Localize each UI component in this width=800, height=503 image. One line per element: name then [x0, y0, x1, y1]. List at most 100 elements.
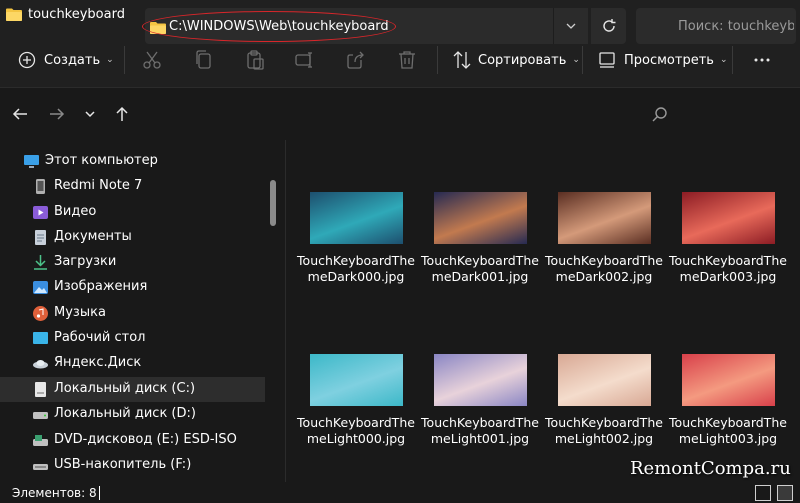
folder-icon [6, 8, 22, 21]
arrow-left-icon [12, 108, 27, 120]
separator [124, 46, 125, 74]
file-tile[interactable]: TouchKeyboardThemeLight001.jpg [420, 354, 540, 503]
sidebar-item-video[interactable]: Видео [0, 200, 265, 225]
share-icon [347, 51, 364, 69]
sidebar-item-label: Redmi Note 7 [54, 178, 143, 193]
file-thumbnail [558, 192, 651, 244]
file-name: TouchKeyboardThemeLight002.jpg [545, 415, 663, 446]
file-tile[interactable]: TouchKeyboardThemeLight002.jpg [544, 354, 664, 503]
sidebar-item-label: USB-накопитель (F:) [54, 457, 192, 472]
sort-icon [453, 51, 471, 69]
sidebar-item-dvd[interactable]: DVD-дисковод (E:) ESD-ISO [0, 428, 265, 453]
tiles-view-button[interactable] [777, 485, 793, 501]
file-name: TouchKeyboardThemeLight000.jpg [297, 415, 415, 446]
arrow-right-icon [50, 108, 65, 120]
view-icon [599, 52, 615, 68]
view-label: Просмотреть [624, 52, 714, 68]
paste-button[interactable] [245, 46, 265, 74]
phone-icon [36, 179, 45, 194]
status-divider [99, 486, 100, 500]
chevron-down-icon: ⌄ [106, 55, 114, 65]
computer-icon [24, 155, 39, 168]
file-name: TouchKeyboardThemeDark002.jpg [545, 253, 663, 284]
sidebar-item-label: Изображения [54, 279, 148, 294]
sidebar-item-redmi[interactable]: Redmi Note 7 [0, 174, 265, 199]
rename-button[interactable] [295, 46, 315, 74]
address-history-dropdown[interactable] [553, 8, 588, 44]
recent-locations-button[interactable] [78, 102, 102, 126]
up-button[interactable] [110, 102, 134, 126]
paste-icon [247, 50, 264, 70]
sort-label: Сортировать [478, 52, 567, 68]
file-name: TouchKeyboardThemeDark001.jpg [421, 253, 539, 284]
sidebar-item-label: Документы [54, 229, 132, 244]
file-tile[interactable]: TouchKeyboardThemeLight000.jpg [296, 354, 416, 503]
window-title: touchkeyboard [28, 7, 125, 22]
refresh-button[interactable] [591, 8, 626, 44]
download-icon [34, 255, 47, 270]
file-name: TouchKeyboardThemeDark003.jpg [669, 253, 787, 284]
chevron-down-icon: ⌄ [572, 55, 580, 65]
sidebar-item-this-pc[interactable]: Этот компьютер [0, 149, 265, 174]
plus-circle-icon [18, 51, 36, 69]
sidebar-item-desktop[interactable]: Рабочий стол [0, 326, 265, 351]
sidebar-item-documents[interactable]: Документы [0, 225, 265, 250]
sidebar-item-label: Яндекс.Диск [54, 355, 142, 370]
sidebar-item-pictures[interactable]: Изображения [0, 275, 265, 300]
more-button[interactable] [752, 46, 772, 74]
sidebar-item-label: Рабочий стол [54, 330, 146, 345]
file-thumbnail [558, 354, 651, 406]
file-thumbnail [434, 192, 527, 244]
sidebar-item-usb[interactable]: USB-накопитель (F:) [0, 453, 265, 478]
drive-icon [33, 412, 48, 419]
sort-button[interactable]: Сортировать ⌄ [452, 46, 580, 74]
new-button[interactable]: Создать ⌄ [18, 46, 114, 74]
view-button[interactable]: Просмотреть ⌄ [598, 46, 728, 74]
sidebar-item-label: Видео [54, 204, 97, 219]
forward-button[interactable] [45, 102, 69, 126]
chevron-down-icon [85, 111, 95, 118]
copy-button[interactable] [194, 46, 214, 74]
file-tile[interactable]: TouchKeyboardThemeLight003.jpg [668, 354, 788, 503]
file-tile[interactable]: TouchKeyboardThemeDark000.jpg [296, 192, 416, 342]
sidebar-item-music[interactable]: Музыка [0, 301, 265, 326]
arrow-up-icon [116, 106, 128, 121]
sidebar-item-label: Локальный диск (D:) [54, 406, 196, 421]
drive-icon [35, 382, 46, 397]
details-view-button[interactable] [755, 485, 771, 501]
delete-button[interactable] [397, 46, 417, 74]
sidebar-item-drive-d[interactable]: Локальный диск (D:) [0, 402, 265, 427]
back-button[interactable] [8, 102, 32, 126]
sidebar-item-yandex-disk[interactable]: Яндекс.Диск [0, 351, 265, 376]
items-count: Элементов: 8 [12, 486, 97, 500]
watermark: RemontCompa.ru [630, 458, 791, 479]
sidebar-item-drive-c[interactable]: Локальный диск (C:) [0, 377, 265, 402]
separator [437, 46, 438, 74]
sidebar-scrollbar[interactable] [270, 180, 276, 226]
video-icon [33, 206, 48, 219]
rename-icon [295, 52, 312, 68]
cut-icon [143, 51, 161, 69]
address-row [0, 88, 800, 140]
sidebar-item-downloads[interactable]: Загрузки [0, 250, 265, 275]
file-tile[interactable]: TouchKeyboardThemeDark003.jpg [668, 192, 788, 342]
highlight-oval [142, 11, 396, 42]
file-grid: TouchKeyboardThemeDark000.jpg TouchKeybo… [286, 140, 800, 482]
separator [582, 46, 583, 74]
new-label: Создать [44, 52, 101, 68]
file-tile[interactable]: TouchKeyboardThemeDark002.jpg [544, 192, 664, 342]
file-thumbnail [434, 354, 527, 406]
file-name: TouchKeyboardThemeDark000.jpg [297, 253, 415, 284]
share-button[interactable] [346, 46, 366, 74]
sidebar-item-label: Музыка [54, 305, 106, 320]
usb-icon [33, 464, 48, 470]
yandex-disk-icon [33, 360, 48, 369]
file-thumbnail [682, 354, 775, 406]
file-tile[interactable]: TouchKeyboardThemeDark001.jpg [420, 192, 540, 342]
more-icon [754, 58, 770, 62]
file-name: TouchKeyboardThemeLight003.jpg [669, 415, 787, 446]
file-thumbnail [310, 192, 403, 244]
cut-button[interactable] [142, 46, 162, 74]
file-thumbnail [310, 354, 403, 406]
search-placeholder: Поиск: touchkeyb... [678, 19, 794, 34]
